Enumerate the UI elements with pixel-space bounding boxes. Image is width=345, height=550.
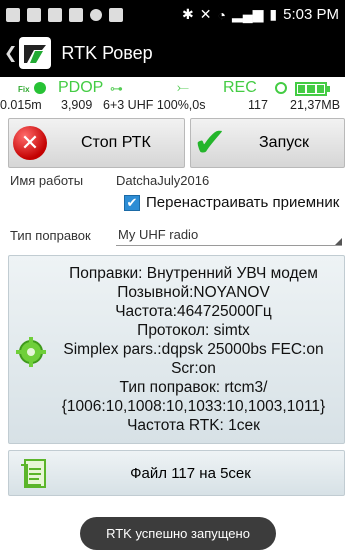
panel-line: Scr:on — [171, 360, 216, 377]
message-icon — [6, 7, 20, 22]
precision-value: 0.015m — [0, 98, 42, 112]
reconfigure-label[interactable]: Перенастраивать приемник — [146, 194, 339, 211]
storage-value: 21,37MB — [290, 98, 341, 112]
keyboard-icon — [109, 7, 123, 22]
stop-rtk-button[interactable]: ✕ Стоп РТК — [8, 118, 185, 168]
toast-message: RTK успешно запущено — [80, 517, 276, 550]
fix-label: Fix — [18, 85, 30, 94]
corrections-info-text: Поправки: Внутренний УВЧ модем Позывной:… — [45, 264, 342, 435]
back-chevron-icon[interactable]: ❮ — [4, 43, 17, 63]
panel-line: Поправки: Внутренний УВЧ модем — [69, 265, 318, 282]
job-name-value[interactable]: DatchaJuly2016 — [116, 173, 209, 188]
panel-line: Позывной:NOYANOV — [117, 284, 270, 301]
app-title: RTK Ровер — [61, 42, 153, 63]
dropdown-triangle-icon — [335, 238, 342, 245]
satellite-icon: ⊶ — [110, 81, 123, 96]
bluetooth-icon: ✱ — [182, 6, 194, 22]
pdop-label: PDOP — [58, 79, 104, 96]
reconfigure-checkbox[interactable]: ✔ — [124, 195, 140, 211]
link-arrow-icon: ⤚ — [177, 79, 190, 96]
action-bar: ❮ RTK Ровер — [0, 29, 345, 77]
info-value-2: 3,909 — [61, 98, 93, 112]
image-icon — [27, 7, 41, 22]
stop-icon: ✕ — [13, 126, 47, 160]
app-logo-icon[interactable] — [19, 37, 52, 69]
facebook-icon-2 — [69, 7, 83, 22]
correction-type-label: Тип поправок — [10, 228, 91, 243]
rec-ring-icon — [275, 82, 287, 94]
facebook-icon — [48, 7, 62, 22]
usb-icon — [90, 8, 102, 21]
panel-line: Тип поправок: rtcm3/ — [119, 379, 268, 396]
corrections-info-panel[interactable]: Поправки: Внутренний УВЧ модем Позывной:… — [8, 255, 345, 444]
clock: 5:03 PM — [283, 6, 339, 23]
mute-icon: ✕ — [199, 6, 212, 22]
fix-status-icon — [34, 82, 46, 94]
job-name-label: Имя работы — [10, 173, 84, 188]
count-value: 117 — [248, 98, 268, 112]
wifi-icon: ◔ — [217, 6, 226, 23]
panel-line: Частота RTK: 1сек — [127, 417, 260, 434]
file-icon — [21, 459, 46, 488]
gear-icon — [16, 337, 46, 367]
stop-rtk-label: Стоп РТК — [81, 134, 151, 151]
check-icon: ✔ — [193, 121, 227, 165]
correction-type-select[interactable]: My UHF radio — [116, 224, 342, 246]
panel-line: Протокол: simtx — [137, 322, 250, 339]
panel-line: {1006:10,1008:10,1033:10,1003,1011} — [61, 398, 326, 415]
status-bar: ✱ ✕ ◔ ▂▄▆ ▮ 5:03 PM — [0, 0, 345, 29]
signal-icon: ▂▄▆ — [231, 6, 264, 22]
status-info-strip: Fix PDOP ⊶ ⤚ REC 0.015m 3,909 6+3 UHF 10… — [0, 77, 345, 117]
panel-line: Частота:464725000Гц — [115, 303, 272, 320]
mode-value: 6+3 UHF 100%,0s — [103, 98, 206, 112]
panel-line: Simplex pars.:dqpsk 25000bs FEC:on — [63, 341, 324, 358]
start-button[interactable]: ✔ Запуск — [190, 118, 345, 168]
receiver-battery-tip — [327, 86, 330, 92]
battery-icon: ▮ — [269, 6, 278, 22]
rec-label: REC — [223, 79, 257, 96]
receiver-battery-icon — [295, 82, 327, 96]
file-button-label: Файл 117 на 5сек — [130, 464, 251, 482]
start-label: Запуск — [259, 134, 310, 151]
correction-type-value: My UHF radio — [118, 227, 199, 242]
file-button[interactable]: Файл 117 на 5сек — [8, 450, 345, 496]
